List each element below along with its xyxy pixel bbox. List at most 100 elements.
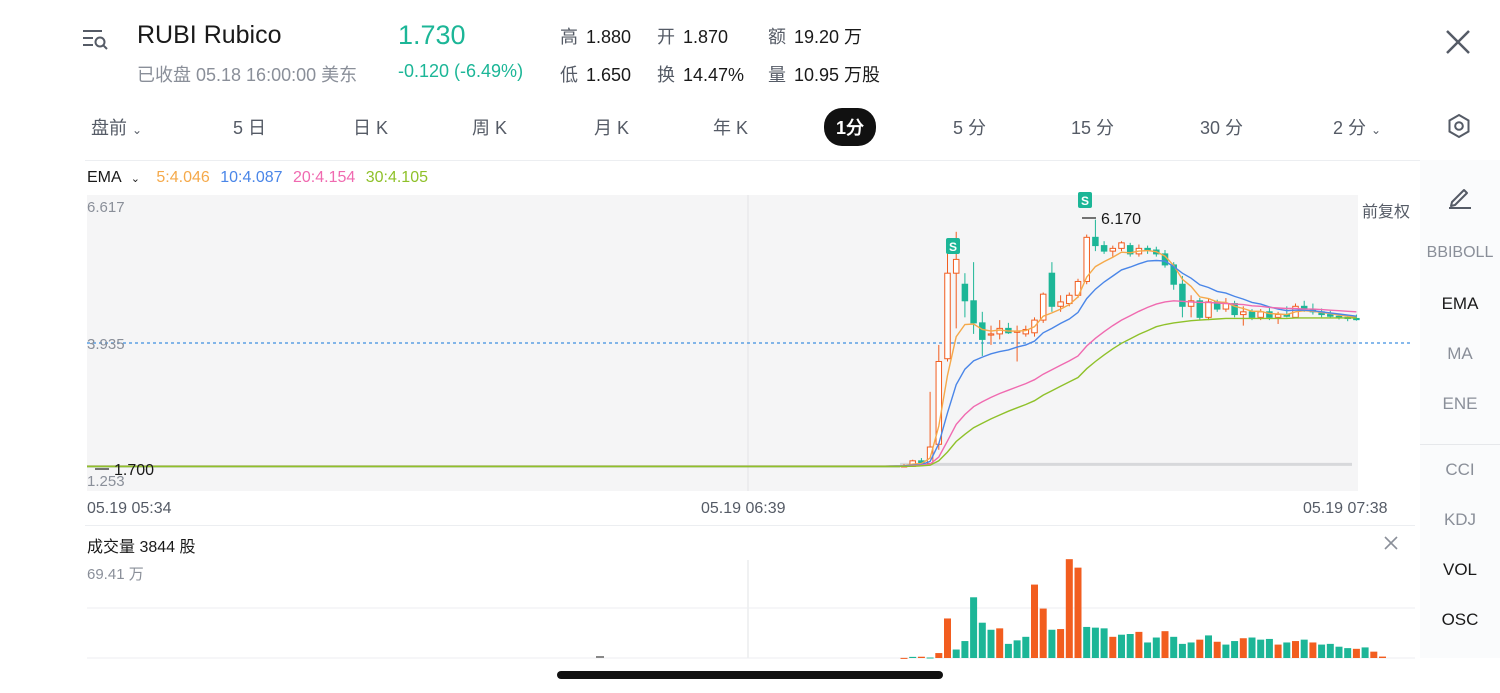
candle-body	[1109, 247, 1117, 252]
y-axis-max: 6.617	[87, 199, 125, 216]
candle-body	[1048, 272, 1056, 307]
volume-bar	[1335, 646, 1343, 658]
volume-bar	[1248, 637, 1256, 658]
volume-bar	[1178, 643, 1186, 658]
volume-bar	[944, 618, 951, 658]
volume-bar	[1004, 643, 1012, 658]
candle-body	[1248, 311, 1256, 318]
price-chart[interactable]: SS6.1701.700	[0, 0, 1500, 693]
volume-bar	[1135, 631, 1143, 658]
candle-body	[979, 322, 986, 340]
volume-bar	[1144, 642, 1152, 658]
indicator-vol[interactable]: VOL	[1420, 560, 1500, 580]
indicator-cci[interactable]: CCI	[1420, 460, 1500, 480]
volume-max-label: 69.41 万	[87, 566, 144, 583]
volume-bar	[1370, 651, 1378, 658]
volume-bar	[987, 629, 995, 658]
y-axis-mid: 3.935	[87, 336, 125, 353]
volume-bar	[1309, 642, 1317, 658]
candle-body	[961, 283, 969, 302]
volume-bar	[1161, 631, 1169, 658]
indicator-bbiboll[interactable]: BBIBOLL	[1420, 244, 1500, 262]
candle-body	[1057, 301, 1064, 307]
candle-body	[1092, 236, 1099, 247]
close-icon[interactable]	[1381, 533, 1401, 553]
volume-bar	[1091, 627, 1099, 658]
signal-label: S	[1081, 194, 1089, 208]
ema-line-5	[87, 249, 1357, 467]
ema-line-20	[87, 300, 1357, 467]
candle-body	[1257, 311, 1264, 318]
high-price-label: 6.170	[1101, 211, 1141, 228]
volume-bar	[1274, 644, 1282, 658]
volume-bar	[900, 657, 908, 659]
candle-body	[1205, 301, 1212, 318]
volume-bar	[1031, 584, 1038, 658]
volume-bar	[961, 641, 969, 658]
volume-bar	[1196, 639, 1204, 658]
time-label-mid: 05.19 06:39	[701, 500, 786, 517]
volume-bar	[1213, 641, 1221, 658]
volume-bar	[1361, 647, 1369, 658]
volume-bar	[926, 657, 934, 659]
volume-bar	[996, 628, 1004, 658]
sidebar-divider	[1420, 444, 1500, 445]
ema-line-10	[87, 259, 1357, 467]
volume-bar	[1205, 635, 1212, 658]
indicator-osc[interactable]: OSC	[1420, 610, 1500, 630]
candle-body	[944, 272, 951, 360]
volume-bar	[1057, 629, 1065, 658]
candle-body	[1327, 314, 1334, 317]
volume-bar	[1083, 626, 1091, 658]
volume-bar	[1022, 636, 1030, 658]
volume-bar	[1318, 644, 1326, 658]
y-axis-min: 1.253	[87, 473, 125, 490]
volume-bar	[1074, 567, 1082, 658]
volume-divider	[85, 525, 1415, 526]
ema-line-30	[87, 317, 1357, 467]
candle-body	[1100, 245, 1108, 252]
volume-bar	[1222, 644, 1230, 658]
volume-bar	[978, 622, 986, 658]
volume-bar	[1065, 559, 1073, 658]
volume-bar	[1152, 637, 1160, 658]
volume-bar	[917, 656, 925, 658]
volume-bar	[1344, 648, 1352, 658]
volume-bar	[1118, 634, 1125, 658]
volume-bar	[1292, 641, 1299, 658]
volume-bar	[1170, 636, 1178, 658]
volume-bar	[1352, 648, 1360, 658]
home-indicator[interactable]	[557, 671, 943, 679]
candle-body	[1144, 247, 1151, 251]
candle-body	[1274, 314, 1282, 318]
volume-bar	[970, 597, 978, 658]
volume-bar	[1100, 628, 1108, 658]
volume-bar	[1048, 629, 1056, 658]
volume-bar	[1265, 638, 1273, 658]
candle-body	[987, 333, 995, 336]
candle-body	[1196, 300, 1204, 318]
candle-body	[996, 327, 1003, 335]
volume-bar	[1231, 641, 1239, 658]
volume-bar	[1187, 642, 1195, 658]
volume-bar	[1379, 656, 1386, 658]
time-label-end: 05.19 07:38	[1303, 500, 1388, 517]
volume-bar	[952, 649, 960, 658]
volume-bar	[1239, 638, 1247, 658]
volume-title: 成交量 3844 股	[87, 539, 196, 556]
volume-bar	[1326, 643, 1334, 658]
volume-bar	[1013, 640, 1021, 658]
indicator-ma[interactable]: MA	[1420, 344, 1500, 364]
indicator-ene[interactable]: ENE	[1420, 394, 1500, 414]
indicator-kdj[interactable]: KDJ	[1420, 510, 1500, 530]
volume-bar	[935, 653, 943, 658]
volume-bar	[1039, 608, 1047, 658]
indicator-ema[interactable]: EMA	[1420, 294, 1500, 314]
volume-bar	[1257, 639, 1265, 658]
volume-bar	[1283, 642, 1291, 658]
candle-body	[952, 258, 960, 274]
volume-bar	[596, 656, 604, 658]
candle-body	[1118, 242, 1125, 249]
price-adjust-label[interactable]: 前复权	[1362, 198, 1410, 222]
pencil-icon[interactable]	[1446, 182, 1474, 210]
